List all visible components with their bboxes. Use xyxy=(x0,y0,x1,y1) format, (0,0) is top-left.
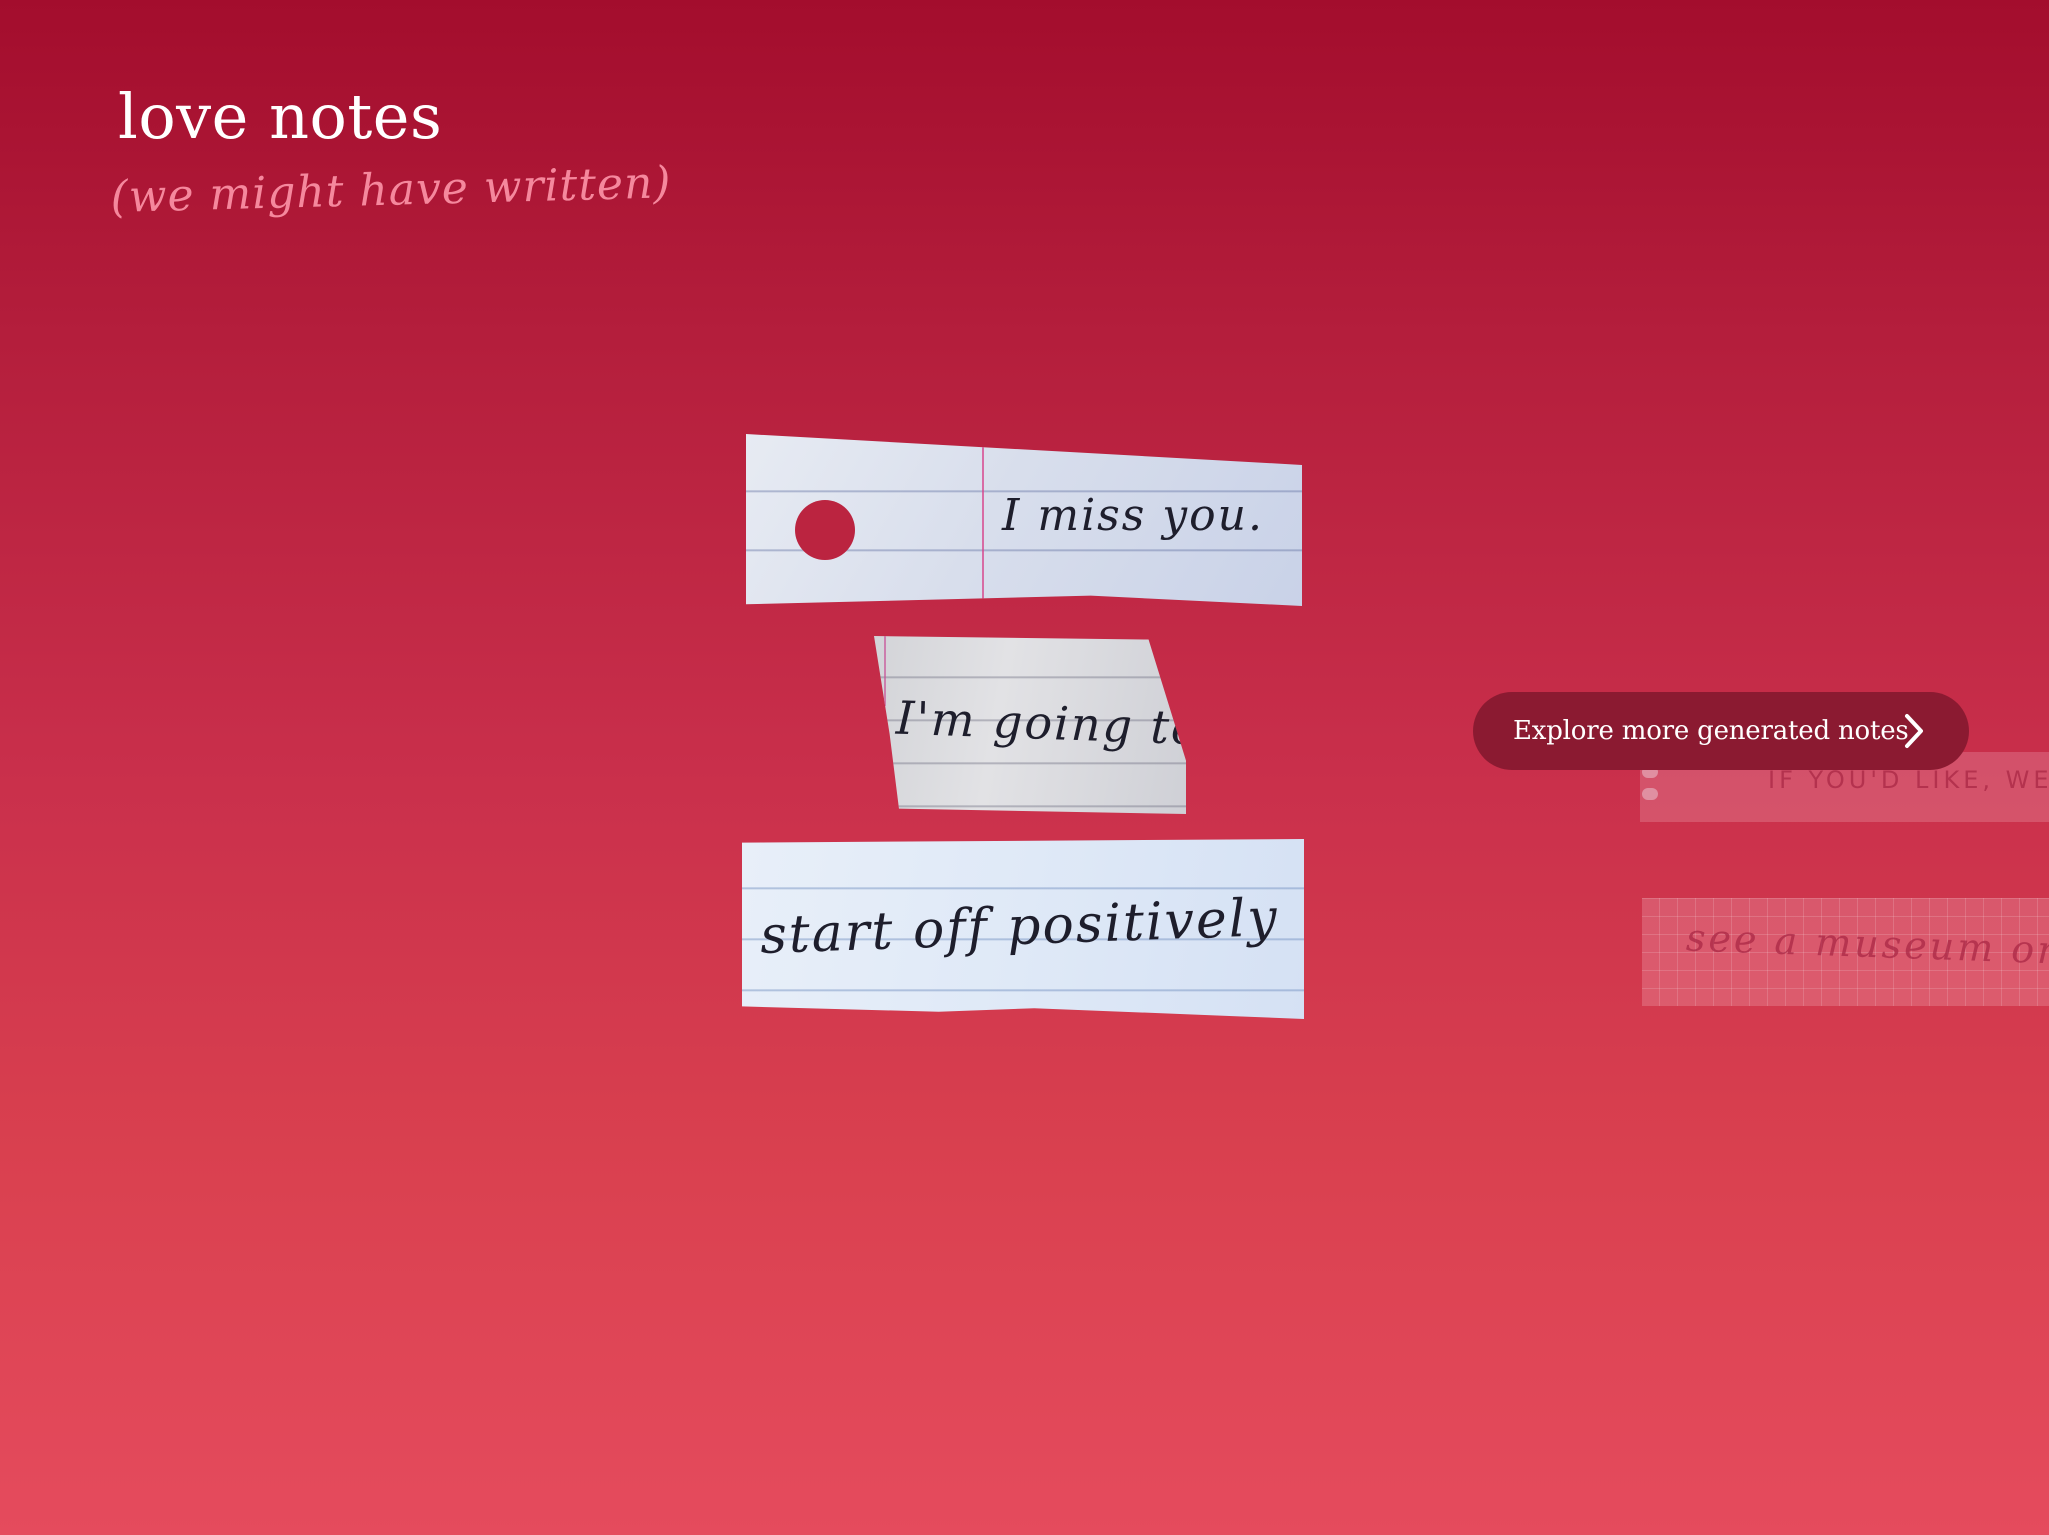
ghost-note-text: IF YOU'D LIKE, WE CAN xyxy=(1768,766,2049,794)
site-subtitle: (we might have written) xyxy=(110,157,673,223)
note-strip-2: I'm going to xyxy=(874,636,1186,814)
spiral-ring xyxy=(1642,788,1658,800)
note-strip-1: I miss you. xyxy=(746,434,1302,606)
ghost-note-2: see a museum or xyxy=(1642,898,2049,1006)
page: love notes (we might have written) I mis… xyxy=(0,0,2049,1535)
note-text: I miss you. xyxy=(1002,490,1264,541)
margin-line xyxy=(884,636,886,706)
explore-more-button[interactable]: Explore more generated notes xyxy=(1473,692,1969,770)
site-title: love notes xyxy=(118,80,443,153)
punch-hole xyxy=(795,500,855,560)
ghost-note-text: see a museum or xyxy=(1685,915,2049,973)
note-text: I'm going to xyxy=(895,690,1186,756)
chevron-right-icon xyxy=(1905,714,1923,748)
explore-button-label: Explore more generated notes xyxy=(1513,716,1909,746)
note-strip-3: start off positively xyxy=(742,839,1304,1019)
margin-line xyxy=(982,434,984,606)
